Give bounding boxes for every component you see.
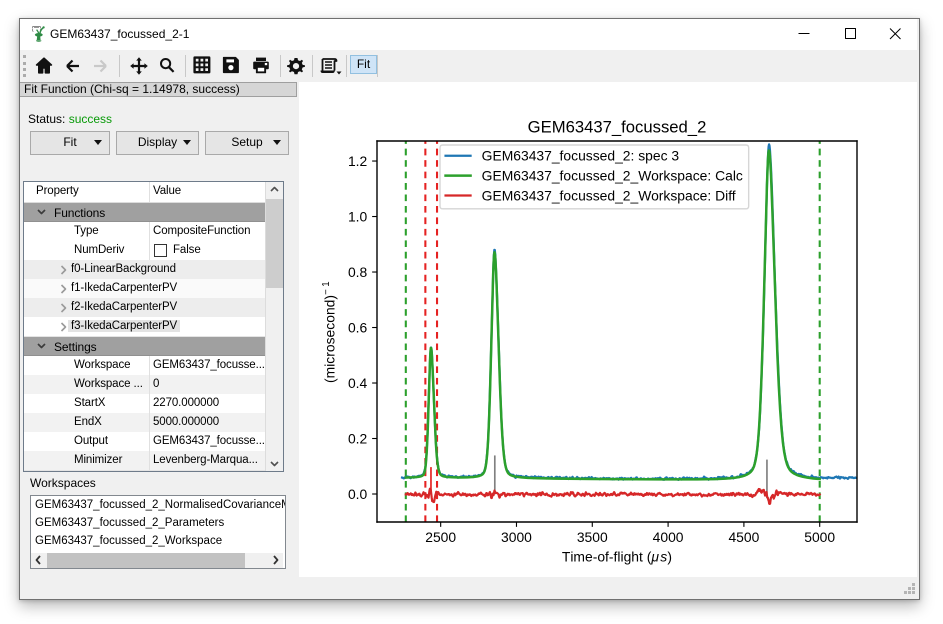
svg-text:3000: 3000 [501, 529, 532, 545]
svg-text:1.2: 1.2 [348, 153, 368, 169]
svg-text:0.6: 0.6 [348, 320, 368, 336]
svg-text:GEM63437_focussed_2_Workspace:: GEM63437_focussed_2_Workspace: Calc [482, 168, 743, 184]
svg-text:2500: 2500 [425, 529, 456, 545]
svg-text:T i m e: T i m e - o f - f l i g h t ( ) μ s [562, 541, 678, 566]
svg-text:GEM63437_focussed_2: GEM63437_focussed_2 [528, 118, 707, 137]
svg-text:0.0: 0.0 [348, 486, 368, 502]
svg-text:0.8: 0.8 [348, 264, 368, 280]
svg-text:4500: 4500 [728, 529, 759, 545]
svg-text:0.4: 0.4 [348, 375, 368, 391]
svg-text:5000: 5000 [804, 529, 835, 545]
svg-text:0.2: 0.2 [348, 431, 368, 447]
svg-text:GEM63437_focussed_2_Workspace:: GEM63437_focussed_2_Workspace: Diff [482, 187, 736, 203]
svg-text:GEM63437_focussed_2: spec 3: GEM63437_focussed_2: spec 3 [482, 148, 680, 164]
svg-text:1.0: 1.0 [348, 209, 368, 225]
